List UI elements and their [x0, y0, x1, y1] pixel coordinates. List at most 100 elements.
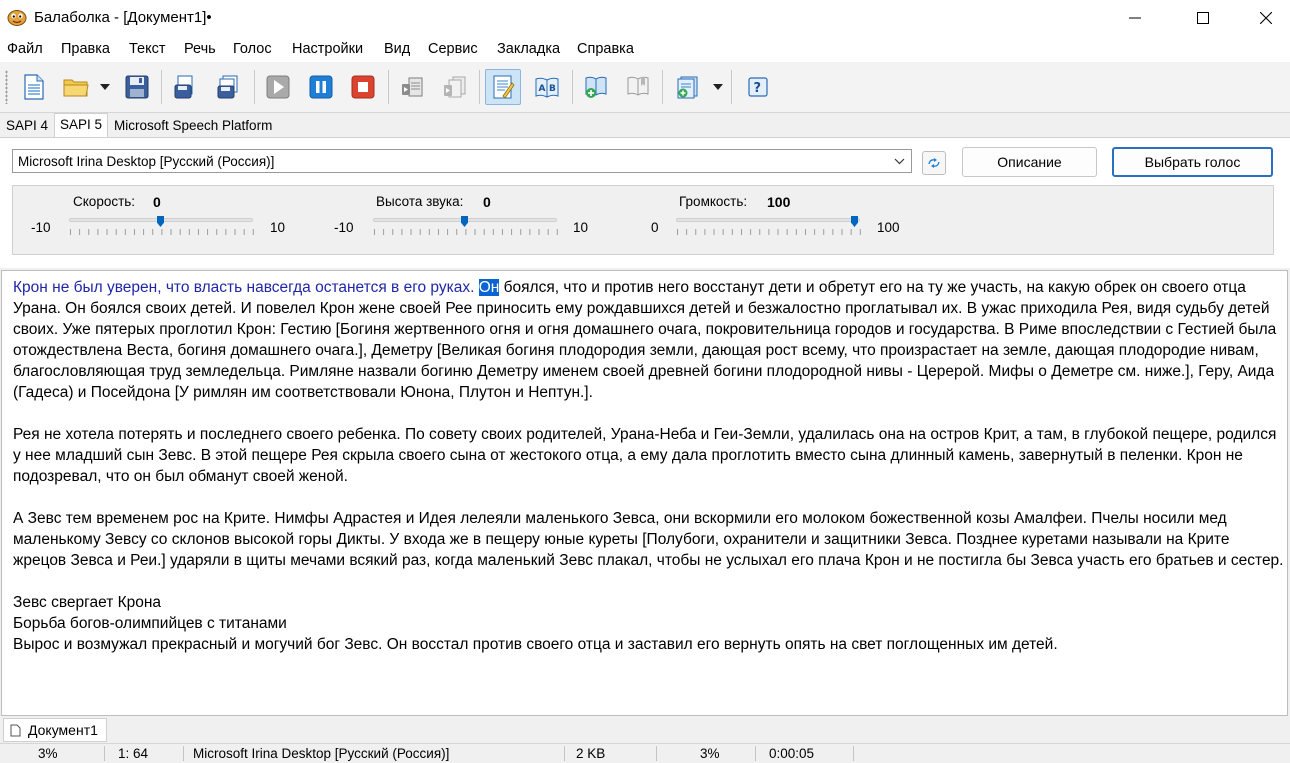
add-bookmark-button[interactable] [578, 69, 614, 105]
volume-value: 100 [767, 194, 790, 210]
read-clipboard-icon [400, 75, 426, 99]
paragraph: А Зевс тем временем рос на Крите. Нимфы … [13, 508, 1285, 571]
voice-panel: Microsoft Irina Desktop [Русский (Россия… [0, 137, 1290, 268]
menu-bookmark[interactable]: Закладка [497, 41, 560, 57]
svg-text:?: ? [754, 81, 762, 96]
pitch-slider[interactable] [373, 218, 557, 240]
tab-speech-platform[interactable]: Microsoft Speech Platform [109, 115, 277, 137]
volume-max: 100 [877, 220, 900, 235]
maximize-icon [1197, 12, 1209, 24]
text-panel-icon [491, 74, 515, 100]
menu-file[interactable]: Файл [7, 41, 43, 57]
document-tab-label: Документ1 [28, 722, 98, 738]
menu-tools[interactable]: Сервис [428, 41, 478, 57]
menu-view[interactable]: Вид [384, 41, 410, 57]
dictionary-button[interactable] [670, 69, 706, 105]
describe-voice-button[interactable]: Описание [962, 147, 1097, 177]
tab-document1[interactable]: Документ1 [3, 718, 107, 742]
speed-slider[interactable] [69, 218, 253, 240]
volume-slider-thumb[interactable] [851, 216, 858, 227]
pitch-slider-ticks [374, 229, 558, 235]
read-clipboard-button[interactable] [395, 69, 431, 105]
paragraph: Крон не был уверен, что власть навсегда … [13, 277, 1285, 403]
tab-sapi5[interactable]: SAPI 5 [54, 113, 108, 138]
title-bar: Балаболка - [Документ1]• [0, 0, 1290, 36]
help-button[interactable]: ? [740, 69, 776, 105]
dictionary-dropdown-arrow-icon[interactable] [713, 84, 723, 90]
current-word: Он [479, 279, 500, 296]
read-text: Крон не был уверен, что власть навсегда … [13, 279, 479, 296]
speed-max: 10 [270, 220, 285, 235]
choose-voice-button[interactable]: Выбрать голос [1112, 147, 1273, 177]
paragraph-text: боялся, что и против него восстанут дети… [13, 279, 1276, 401]
save-audio-batch-icon [215, 75, 241, 99]
menu-edit[interactable]: Правка [61, 41, 110, 57]
status-time: 0:00:05 [769, 745, 814, 762]
open-button[interactable] [58, 69, 94, 105]
chevron-down-icon [894, 158, 905, 165]
speed-slider-ticks [70, 229, 254, 235]
bookmarks-button[interactable] [620, 69, 656, 105]
save-audio-batch-button[interactable] [210, 69, 246, 105]
menu-voice[interactable]: Голос [233, 41, 272, 57]
voice-select-value: Microsoft Irina Desktop [Русский (Россия… [18, 154, 274, 169]
document-text: Крон не был уверен, что власть навсегда … [13, 277, 1285, 655]
engine-tabs: SAPI 4 SAPI 5 Microsoft Speech Platform [0, 113, 1290, 137]
volume-slider[interactable] [676, 218, 860, 240]
tab-sapi4[interactable]: SAPI 4 [1, 115, 53, 137]
paragraph: Борьба богов-олимпийцев с титанами [13, 613, 1285, 634]
refresh-voices-button[interactable] [922, 151, 946, 175]
status-voice: Microsoft Irina Desktop [Русский (Россия… [193, 745, 449, 762]
text-panel-button[interactable] [485, 69, 521, 105]
read-clipboard-dim-icon [442, 75, 468, 99]
status-percent: 3% [700, 745, 720, 762]
toolbar-separator [161, 70, 162, 104]
play-button[interactable] [260, 69, 296, 105]
toolbar-grip[interactable] [5, 70, 8, 104]
pause-icon [309, 75, 333, 99]
add-bookmark-icon [583, 75, 609, 99]
volume-min: 0 [651, 220, 659, 235]
text-editor[interactable]: Крон не был уверен, что власть навсегда … [1, 270, 1288, 716]
save-icon [125, 75, 149, 99]
menu-bar: Файл Правка Текст Речь Голос Настройки В… [0, 36, 1290, 62]
document-tabs: Документ1 [0, 717, 1290, 743]
help-icon: ? [748, 77, 768, 97]
save-button[interactable] [119, 69, 155, 105]
minimize-icon [1129, 12, 1141, 24]
speed-slider-thumb[interactable] [157, 216, 164, 227]
volume-slider-ticks [677, 229, 861, 235]
window-title: Балаболка - [Документ1]• [34, 9, 212, 26]
pause-button[interactable] [303, 69, 339, 105]
stop-button[interactable] [345, 69, 381, 105]
save-audio-button[interactable] [167, 69, 203, 105]
pitch-max: 10 [573, 220, 588, 235]
menu-settings[interactable]: Настройки [292, 41, 363, 57]
new-document-button[interactable] [16, 69, 52, 105]
open-folder-icon [63, 76, 89, 98]
maximize-button[interactable] [1180, 0, 1226, 36]
minimize-button[interactable] [1112, 0, 1158, 36]
close-icon [1260, 12, 1272, 24]
status-progress: 3% [38, 745, 58, 762]
refresh-icon [927, 158, 941, 168]
toolbar-separator [254, 70, 255, 104]
play-icon [266, 75, 290, 99]
pitch-value: 0 [483, 194, 491, 210]
read-clipboard-alt-button[interactable] [437, 69, 473, 105]
menu-text[interactable]: Текст [129, 41, 166, 57]
spell-check-button[interactable]: A B [529, 69, 565, 105]
speed-value: 0 [153, 194, 161, 210]
pitch-slider-thumb[interactable] [461, 216, 468, 227]
menu-help[interactable]: Справка [577, 41, 634, 57]
spell-check-icon: A B [534, 75, 560, 99]
toolbar-separator [388, 70, 389, 104]
voice-select[interactable]: Microsoft Irina Desktop [Русский (Россия… [12, 149, 912, 173]
toolbar-separator [662, 70, 663, 104]
pitch-min: -10 [334, 220, 354, 235]
open-dropdown-arrow-icon[interactable] [100, 84, 110, 90]
voice-sliders: Скорость: 0 -10 10 Высота звука: 0 -10 1… [12, 185, 1274, 255]
app-logo-icon [6, 8, 28, 26]
menu-speech[interactable]: Речь [184, 41, 216, 57]
close-button[interactable] [1243, 0, 1289, 36]
